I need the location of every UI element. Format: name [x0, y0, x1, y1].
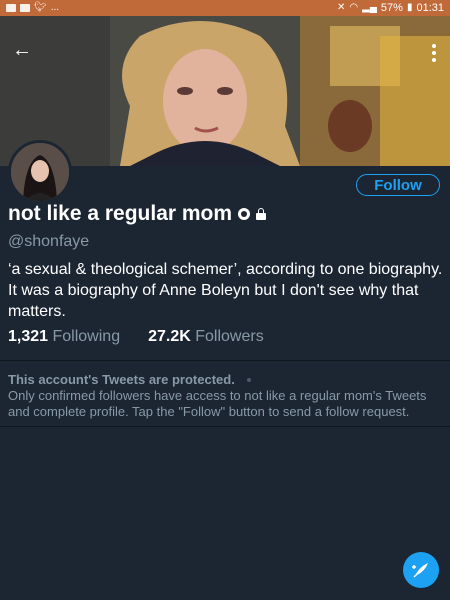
mute-icon: ✕ — [337, 2, 346, 13]
signal-icon: ▂▄ — [362, 2, 377, 13]
protected-notice-title: This account's Tweets are protected. — [8, 372, 251, 387]
profile-handle: @shonfaye — [8, 233, 90, 250]
followers-stat[interactable]: 27.2K Followers — [148, 328, 264, 346]
twitter-notification-icon: 🐦︎ — [34, 2, 47, 13]
follow-button[interactable]: Follow — [356, 174, 440, 196]
compose-tweet-button[interactable] — [403, 552, 439, 588]
more-notifications-indicator: ... — [50, 2, 60, 13]
avatar-photo — [11, 143, 69, 201]
profile-banner: ← — [0, 16, 450, 166]
lock-icon — [256, 208, 267, 220]
profile-name: not like a regular mom — [8, 202, 233, 225]
compose-tweet-icon — [412, 563, 428, 578]
following-count: 1,321 — [8, 328, 49, 345]
status-system: ✕ ◠ ▂▄ 57% ▮ 01:31 — [337, 2, 444, 14]
battery-percent: 57% — [380, 2, 403, 14]
profile-stats: 1,321 Following 27.2K Followers — [8, 328, 264, 346]
badge-icon — [238, 208, 251, 220]
back-arrow-icon: ← — [12, 39, 32, 61]
protected-title-text: This account's Tweets are protected. — [8, 372, 235, 387]
banner-photo — [0, 16, 450, 166]
profile-name-row: not like a regular mom — [8, 202, 267, 226]
protected-notice-message: Only confirmed followers have access to … — [8, 388, 427, 419]
followers-count: 27.2K — [148, 328, 191, 345]
more-vertical-icon — [432, 44, 436, 48]
back-button[interactable]: ← — [8, 40, 36, 60]
divider — [0, 360, 450, 361]
avatar[interactable] — [8, 140, 72, 204]
image-notification-icon — [6, 4, 16, 12]
followers-label: Followers — [195, 328, 264, 345]
mail-notification-icon — [20, 4, 30, 12]
divider — [0, 426, 450, 427]
status-notifications: 🐦︎ ... — [6, 3, 59, 13]
following-stat[interactable]: 1,321 Following — [8, 328, 120, 346]
dot-icon — [246, 377, 251, 382]
profile-bio: ‘a sexual & theological schemer’, accord… — [8, 261, 443, 320]
clock: 01:31 — [416, 2, 444, 14]
status-bar: 🐦︎ ... ✕ ◠ ▂▄ 57% ▮ 01:31 — [0, 0, 450, 16]
following-label: Following — [52, 328, 121, 345]
wifi-icon: ◠ — [349, 2, 359, 13]
more-options-button[interactable] — [426, 38, 442, 68]
battery-icon: ▮ — [406, 2, 413, 13]
